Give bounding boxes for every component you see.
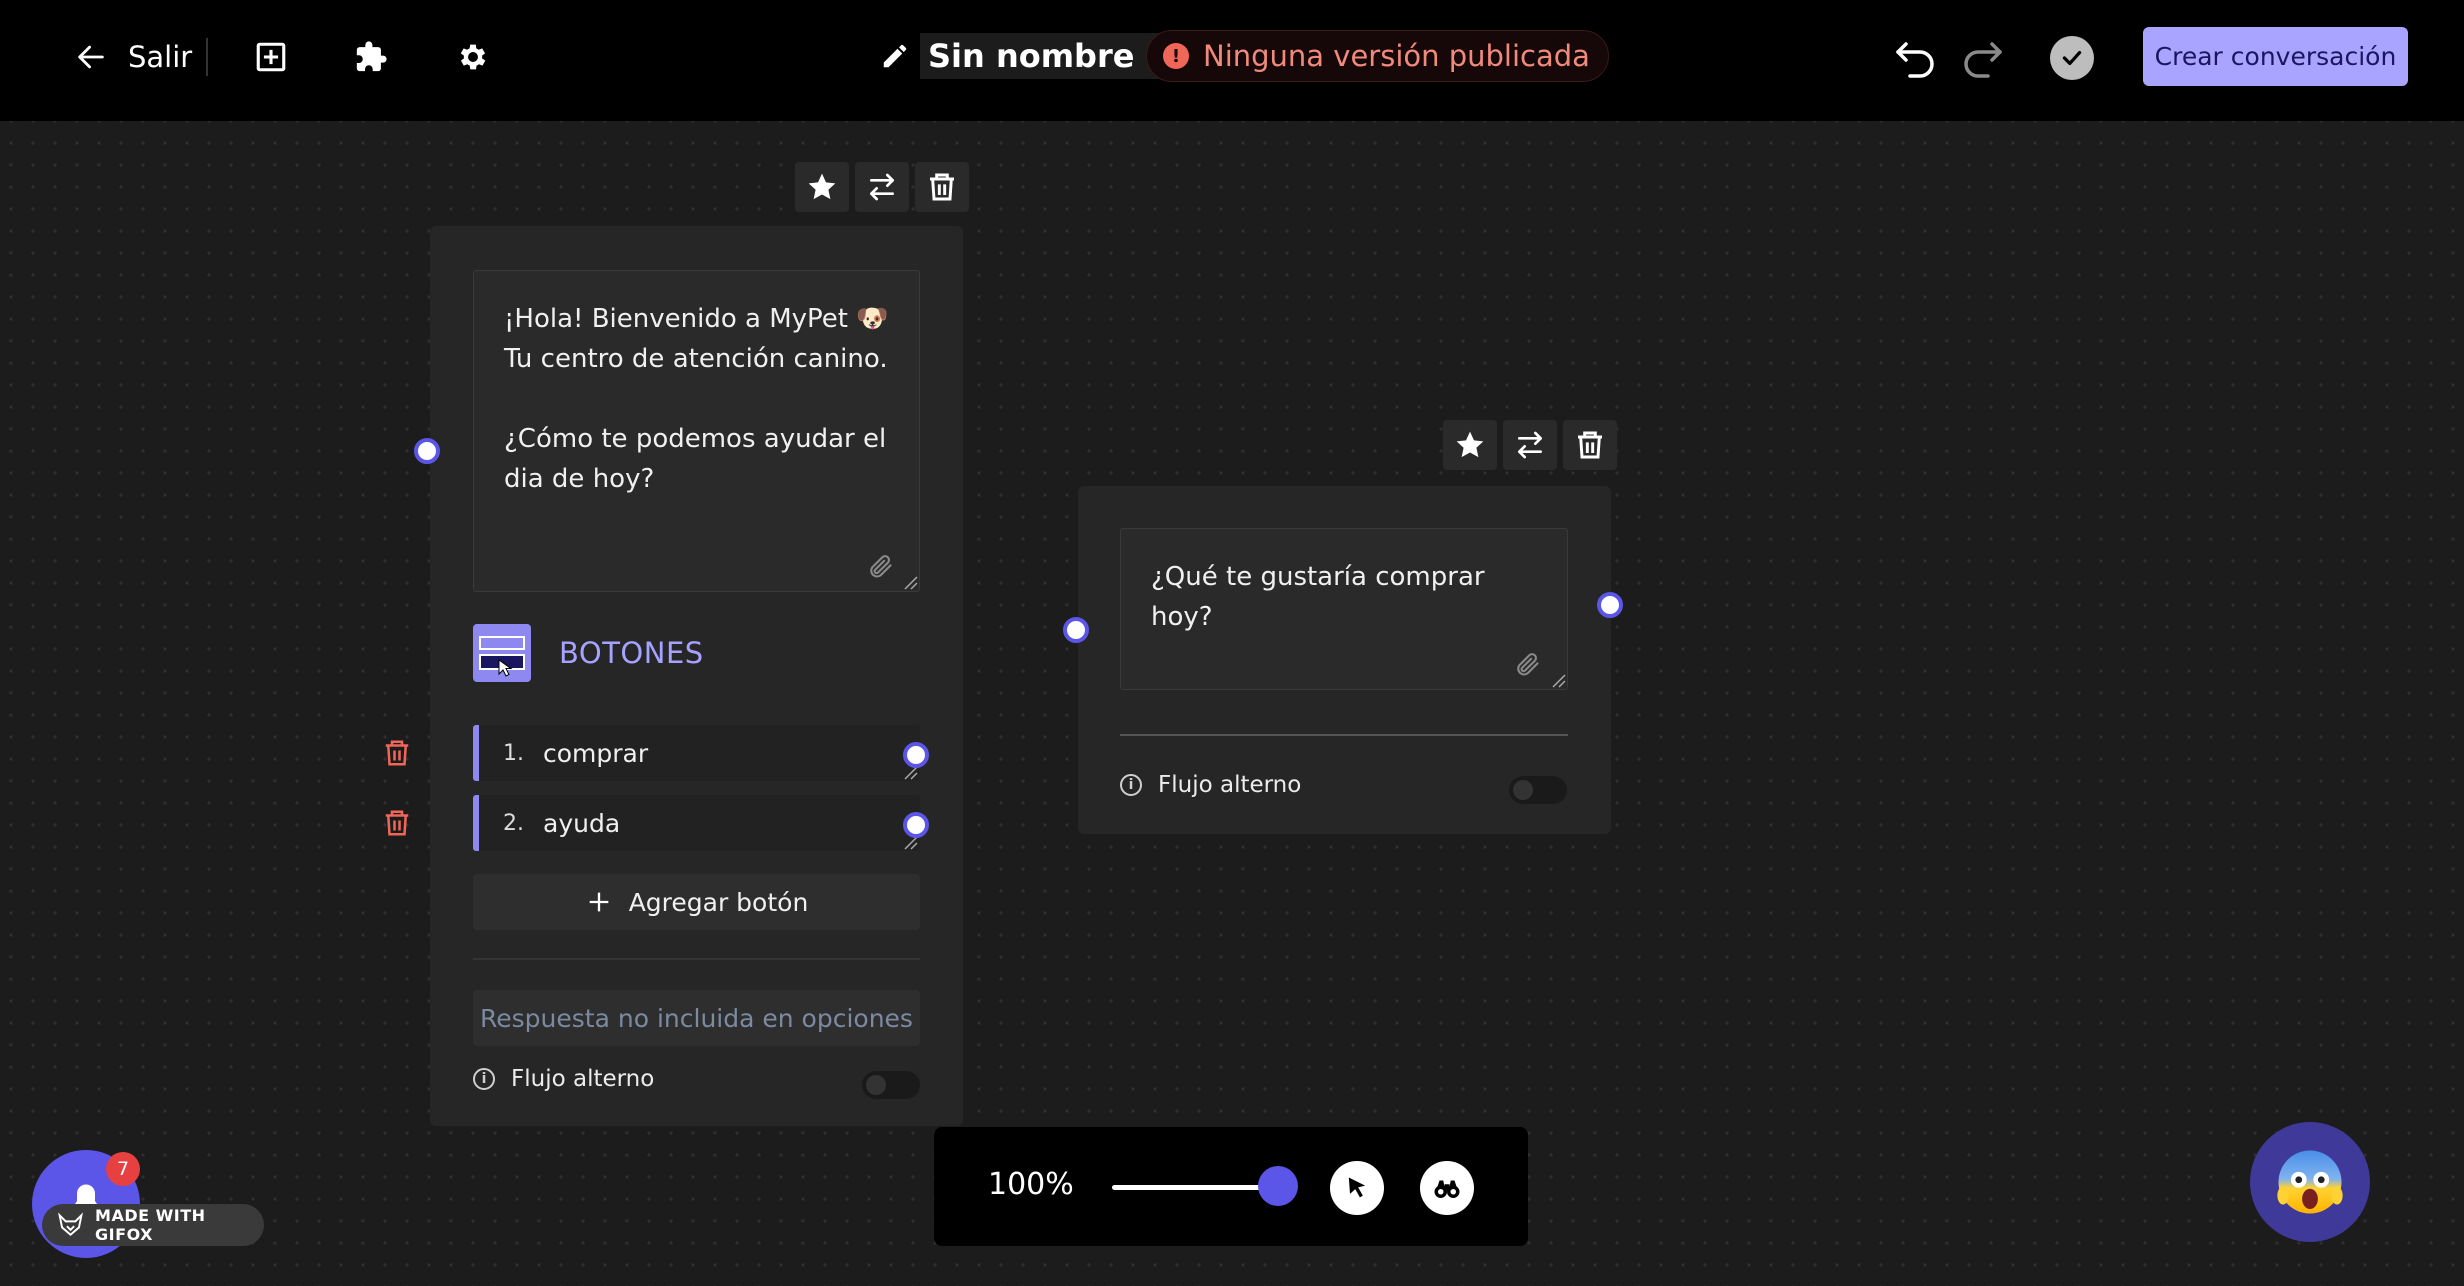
- zoom-slider-thumb[interactable]: [1258, 1166, 1298, 1206]
- option-number: 1.: [503, 740, 524, 766]
- plus-icon: [589, 892, 609, 912]
- button-option-2[interactable]: 2. ayuda: [473, 795, 920, 851]
- gear-icon: [460, 44, 486, 70]
- exit-button[interactable]: Salir: [74, 36, 192, 78]
- resize-grip-icon[interactable]: [904, 576, 918, 590]
- integrations-button[interactable]: [350, 36, 392, 78]
- zoom-level-text: 100%: [988, 1167, 1074, 1202]
- node1-message-textarea[interactable]: ¡Hola! Bienvenido a MyPet 🐶 Tu centro de…: [473, 270, 920, 592]
- resize-grip-icon[interactable]: [1552, 674, 1566, 688]
- option-2-output-handle[interactable]: [903, 812, 929, 838]
- publish-status-text: Ninguna versión publicada: [1203, 39, 1590, 73]
- binoculars-icon: [1434, 1180, 1460, 1198]
- made-with-gifox-badge: MADE WITH GIFOX: [42, 1204, 264, 1246]
- info-icon: i: [1120, 774, 1142, 796]
- notification-count-badge: 7: [106, 1152, 140, 1186]
- resize-grip-icon[interactable]: [904, 766, 918, 780]
- shocked-face-icon: [2277, 1150, 2343, 1214]
- zoom-toolbar: 100%: [934, 1127, 1528, 1246]
- validate-button[interactable]: [2050, 36, 2094, 80]
- buttons-section-header: BOTONES: [473, 624, 704, 682]
- node2-delete-button[interactable]: [1563, 420, 1617, 470]
- cursor-arrow-icon: [1348, 1177, 1366, 1198]
- made-with-text: MADE WITH GIFOX: [95, 1206, 206, 1244]
- find-tool-button[interactable]: [1420, 1161, 1474, 1215]
- section-divider: [473, 958, 920, 960]
- fox-logo-icon: [58, 1212, 83, 1236]
- node1-delete-button[interactable]: [915, 162, 969, 212]
- node2-swap-button[interactable]: [1503, 420, 1557, 470]
- node1-alt-flow-row: i Flujo alterno: [473, 1066, 654, 1092]
- arrow-left-icon: [78, 45, 104, 69]
- delete-option-1-icon[interactable]: [382, 738, 412, 768]
- node2-input-handle[interactable]: [1063, 617, 1089, 643]
- swap-arrows-icon: [1518, 431, 1542, 459]
- paperclip-icon[interactable]: [1513, 650, 1541, 678]
- option-number: 2.: [503, 810, 524, 836]
- trash-icon: [930, 173, 954, 201]
- star-icon: [808, 173, 836, 200]
- settings-button[interactable]: [452, 36, 494, 78]
- node1-toolbar: [795, 162, 969, 212]
- select-tool-button[interactable]: [1330, 1161, 1384, 1215]
- undo-button[interactable]: [1892, 36, 1940, 78]
- alt-flow-label: Flujo alterno: [1158, 772, 1302, 798]
- node2-star-button[interactable]: [1443, 420, 1497, 470]
- create-conversation-button[interactable]: Crear conversación: [2143, 27, 2408, 86]
- check-icon: [2062, 50, 2082, 66]
- trash-icon: [1578, 431, 1602, 459]
- node1-star-button[interactable]: [795, 162, 849, 212]
- publish-status-badge: ! Ninguna versión publicada: [1146, 30, 1609, 82]
- node2-message-textarea[interactable]: ¿Qué te gustaría comprar hoy?: [1120, 528, 1568, 690]
- puzzle-icon: [356, 41, 387, 72]
- info-icon: i: [473, 1068, 495, 1090]
- exit-label: Salir: [128, 40, 193, 74]
- title-text[interactable]: Sin nombre: [920, 33, 1165, 79]
- alt-flow-label: Flujo alterno: [511, 1066, 655, 1092]
- delete-option-2-icon[interactable]: [382, 808, 412, 838]
- option-label[interactable]: comprar: [543, 739, 648, 768]
- help-chat-button[interactable]: [2250, 1122, 2370, 1242]
- buttons-section-title: BOTONES: [559, 636, 704, 670]
- node2-output-handle[interactable]: [1597, 592, 1623, 618]
- node1-input-handle[interactable]: [414, 438, 440, 464]
- alert-icon: !: [1163, 43, 1189, 69]
- node1-alt-flow-toggle[interactable]: [862, 1071, 920, 1099]
- buttons-block-icon: [473, 624, 531, 682]
- button-option-1[interactable]: 1. comprar: [473, 725, 920, 781]
- swap-arrows-icon: [870, 173, 894, 201]
- toolbar-divider: [206, 38, 208, 76]
- option-label[interactable]: ayuda: [543, 809, 620, 838]
- redo-button[interactable]: [1958, 36, 2006, 78]
- pencil-icon: [883, 44, 907, 68]
- redo-icon: [1964, 42, 2002, 78]
- top-bar: Salir Sin nombre ! Ninguna versión publi…: [0, 0, 2464, 121]
- paperclip-icon[interactable]: [866, 552, 894, 580]
- add-button-button[interactable]: Agregar botón: [473, 874, 920, 930]
- node2-alt-flow-row: i Flujo alterno: [1120, 772, 1301, 798]
- star-icon: [1456, 431, 1484, 458]
- resize-grip-icon[interactable]: [904, 836, 918, 850]
- node1-swap-button[interactable]: [855, 162, 909, 212]
- fallback-response-field[interactable]: Respuesta no incluida en opciones: [473, 990, 920, 1046]
- plus-square-icon: [256, 42, 286, 72]
- section-divider: [1120, 734, 1568, 736]
- option-1-output-handle[interactable]: [903, 742, 929, 768]
- node2-toolbar: [1443, 420, 1617, 470]
- undo-icon: [1896, 42, 1934, 78]
- add-node-button[interactable]: [250, 36, 292, 78]
- add-button-label: Agregar botón: [628, 887, 809, 917]
- node2-alt-flow-toggle[interactable]: [1509, 776, 1567, 804]
- flow-title[interactable]: Sin nombre: [880, 33, 1165, 79]
